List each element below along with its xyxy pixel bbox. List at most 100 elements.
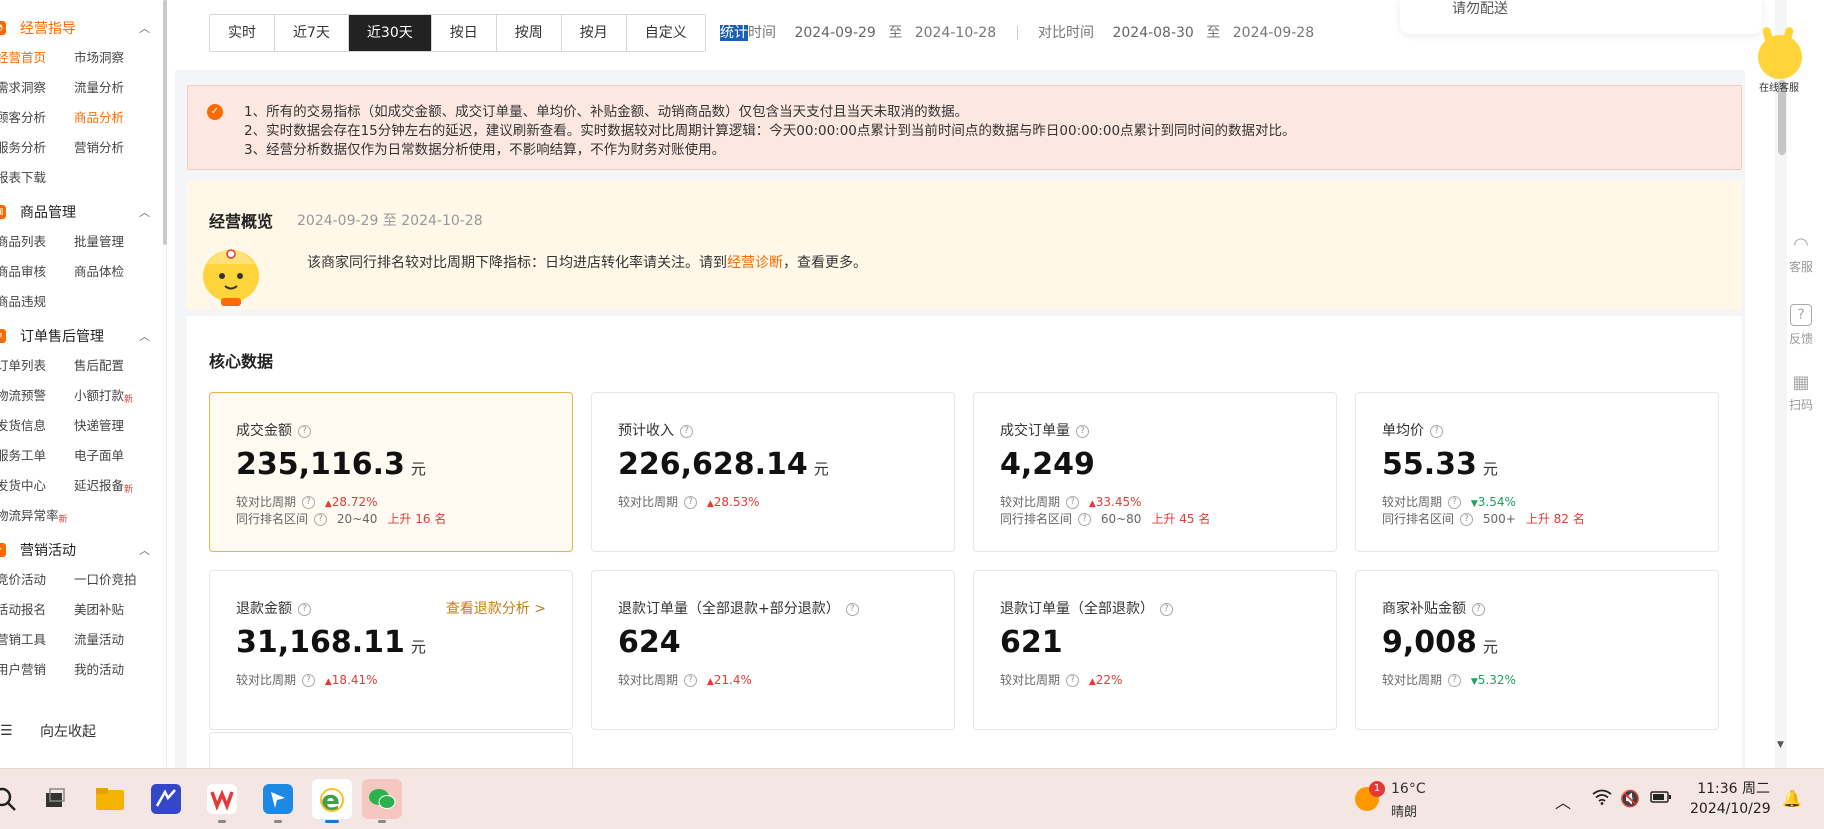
- sidebar-item[interactable]: 用户营销: [0, 655, 74, 685]
- help-icon[interactable]: ?: [302, 496, 316, 509]
- sidebar-item[interactable]: 商品审核: [0, 257, 74, 287]
- sidebar-item[interactable]: 活动报名: [0, 595, 74, 625]
- help-icon[interactable]: ?: [1430, 424, 1443, 438]
- sidebar-item[interactable]: 需求洞察: [0, 73, 74, 103]
- sidebar-item[interactable]: 小额打款新: [74, 381, 152, 411]
- nav-section-header[interactable]: ≡ 订单售后管理 ︿: [0, 321, 156, 351]
- sidebar-item[interactable]: 售后配置: [74, 351, 152, 381]
- online-service-button[interactable]: 在线客服: [1750, 26, 1808, 99]
- help-icon[interactable]: ?: [684, 496, 698, 509]
- sidebar-item[interactable]: 批量管理: [74, 227, 152, 257]
- sidebar-item[interactable]: 一口价竞拍: [74, 565, 152, 595]
- help-icon[interactable]: ?: [1160, 602, 1173, 616]
- sidebar-item[interactable]: 发货中心: [0, 471, 74, 501]
- help-icon[interactable]: ?: [298, 424, 311, 438]
- sidebar-item[interactable]: 发货信息: [0, 411, 74, 441]
- stat-start-date[interactable]: 2024-09-29: [794, 25, 875, 41]
- sidebar-item[interactable]: 营销分析: [74, 133, 152, 163]
- metric-card[interactable]: 退款订单量（全部退款）? 621 较对比周期? ▲22%: [973, 570, 1337, 730]
- help-icon[interactable]: ?: [680, 424, 693, 438]
- metric-card[interactable]: 商家补贴金额? 9,008 元较对比周期? ▼5.32%: [1355, 570, 1719, 730]
- app-icon[interactable]: [146, 779, 186, 819]
- help-icon[interactable]: ?: [1472, 602, 1485, 616]
- sidebar-item[interactable]: 服务工单: [0, 441, 74, 471]
- period-tab[interactable]: 近30天: [348, 15, 432, 51]
- metric-card[interactable]: 退款订单量（全部退款+部分退款）? 624 较对比周期? ▲21.4%: [591, 570, 955, 730]
- sidebar-item[interactable]: 商品违规: [0, 287, 74, 317]
- help-icon[interactable]: ?: [1460, 513, 1474, 526]
- chevron-up-icon[interactable]: ︿: [139, 20, 150, 36]
- notification-bell-icon[interactable]: 🔔: [1782, 789, 1802, 808]
- sidebar-item[interactable]: 顾客分析: [0, 103, 74, 133]
- period-tab[interactable]: 实时: [210, 15, 275, 51]
- help-icon[interactable]: ?: [1066, 496, 1080, 509]
- browser-icon[interactable]: e: [312, 779, 352, 823]
- wechat-icon[interactable]: [362, 779, 402, 823]
- sidebar-item[interactable]: 订单列表: [0, 351, 74, 381]
- sidebar-item[interactable]: 服务分析: [0, 133, 74, 163]
- task-view-icon[interactable]: [34, 779, 74, 819]
- wps-icon[interactable]: [202, 779, 242, 823]
- sidebar-item[interactable]: 营销工具: [0, 625, 74, 655]
- period-tab[interactable]: 按月: [561, 15, 627, 51]
- sidebar-item[interactable]: 流量分析: [74, 73, 152, 103]
- volume-muted-icon[interactable]: 🔇: [1620, 789, 1640, 808]
- help-icon[interactable]: ?: [314, 513, 328, 526]
- help-icon[interactable]: ?: [1066, 674, 1080, 687]
- sidebar-item[interactable]: 竞价活动: [0, 565, 74, 595]
- help-icon[interactable]: ?: [298, 602, 311, 616]
- period-tab[interactable]: 按周: [496, 15, 562, 51]
- sidebar-item[interactable]: 市场洞察: [74, 43, 152, 73]
- file-explorer-icon[interactable]: [90, 779, 130, 819]
- metric-card[interactable]: 退款金额? 查看退款分析 > 31,168.11 元较对比周期? ▲18.41%: [209, 570, 573, 730]
- sidebar-item[interactable]: 商品体检: [74, 257, 152, 287]
- clock[interactable]: 11:36 周二 2024/10/29: [1690, 779, 1771, 819]
- chevron-up-icon[interactable]: ︿: [1555, 789, 1571, 813]
- help-icon[interactable]: ?: [1448, 496, 1462, 509]
- metric-card-partial[interactable]: [209, 732, 573, 768]
- sidebar-item[interactable]: 延迟报备新: [74, 471, 152, 501]
- period-tab[interactable]: 自定义: [626, 15, 705, 51]
- rail-question-button[interactable]: ? 反馈: [1784, 304, 1818, 347]
- sidebar-item[interactable]: 快递管理: [74, 411, 152, 441]
- period-tab[interactable]: 按日: [431, 15, 497, 51]
- search-icon[interactable]: [0, 779, 24, 819]
- scroll-down-icon[interactable]: ▼: [1777, 740, 1784, 750]
- nav-section-header[interactable]: ▣ 商品管理 ︿: [0, 197, 156, 227]
- help-icon[interactable]: ?: [845, 602, 859, 616]
- help-icon[interactable]: ?: [1076, 424, 1089, 438]
- collapse-sidebar-button[interactable]: ☰ 向左收起: [0, 716, 160, 746]
- nav-section-header[interactable]: ◔ 经营指导 ︿: [0, 13, 156, 43]
- metric-card[interactable]: 成交金额? 235,116.3 元较对比周期? ▲28.72% 同行排名区间? 20~…: [209, 392, 573, 552]
- metric-card[interactable]: 成交订单量? 4,249 较对比周期? ▲33.45% 同行排名区间? 60~80 上升…: [973, 392, 1337, 552]
- rail-headset-button[interactable]: ◠ 客服: [1784, 232, 1818, 275]
- sidebar-item[interactable]: 报表下载: [0, 163, 74, 193]
- help-icon[interactable]: ?: [302, 674, 316, 687]
- period-tab[interactable]: 近7天: [275, 15, 349, 51]
- compare-start-date[interactable]: 2024-08-30: [1112, 25, 1193, 41]
- help-icon[interactable]: ?: [1078, 513, 1092, 526]
- sidebar-scrollbar[interactable]: [163, 0, 167, 245]
- sidebar-item[interactable]: 商品分析: [74, 103, 152, 133]
- sidebar-item[interactable]: 流量活动: [74, 625, 152, 655]
- refund-analysis-link[interactable]: 查看退款分析 >: [446, 598, 546, 618]
- weather-widget[interactable]: 1 16°C 晴朗: [1355, 779, 1485, 821]
- sidebar-item[interactable]: 物流异常率新: [0, 501, 74, 531]
- wifi-icon[interactable]: [1592, 789, 1612, 809]
- chevron-up-icon[interactable]: ︿: [139, 542, 150, 558]
- nav-section-header[interactable]: ✦ 营销活动 ︿: [0, 535, 156, 565]
- sidebar-item[interactable]: 电子面单: [74, 441, 152, 471]
- rail-qr-code-button[interactable]: ▦ 扫码: [1784, 370, 1818, 413]
- stat-end-date[interactable]: 2024-10-28: [915, 25, 996, 41]
- sidebar-item[interactable]: 经营首页: [0, 43, 74, 73]
- feishu-icon[interactable]: [258, 779, 298, 823]
- chevron-up-icon[interactable]: ︿: [139, 328, 150, 344]
- chevron-up-icon[interactable]: ︿: [139, 204, 150, 220]
- metric-card[interactable]: 预计收入? 226,628.14 元较对比周期? ▲28.53%: [591, 392, 955, 552]
- sidebar-item[interactable]: 物流预警: [0, 381, 74, 411]
- help-icon[interactable]: ?: [1448, 674, 1462, 687]
- battery-icon[interactable]: [1650, 789, 1672, 808]
- metric-card[interactable]: 单均价? 55.33 元较对比周期? ▼3.54% 同行排名区间? 500+ 上升 82…: [1355, 392, 1719, 552]
- sidebar-item[interactable]: 商品列表: [0, 227, 74, 257]
- compare-end-date[interactable]: 2024-09-28: [1233, 25, 1314, 41]
